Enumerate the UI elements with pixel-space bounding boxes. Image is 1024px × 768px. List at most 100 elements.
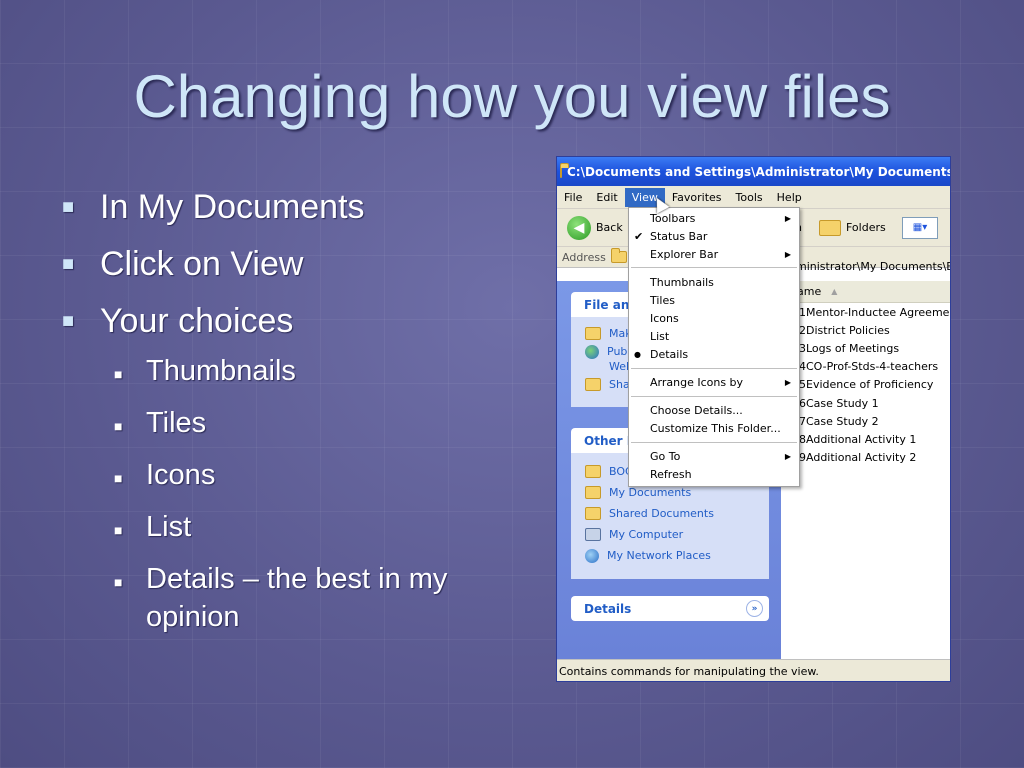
sub-bullet-item: ■ Icons: [62, 456, 532, 497]
file-row[interactable]: 9Additional Activity 2: [781, 449, 950, 467]
folders-button[interactable]: Folders: [819, 219, 886, 236]
menu-item-label: Details: [650, 348, 689, 361]
web-publish-icon: [585, 344, 599, 359]
bullet-item: ■ In My Documents: [62, 188, 532, 245]
menu-item-label: Arrange Icons by: [650, 376, 744, 389]
menu-item-label: Customize This Folder...: [650, 422, 781, 435]
menu-item-icons[interactable]: Icons: [629, 310, 799, 328]
sub-bullet-text: Details – the best in my opinion: [146, 563, 448, 633]
folder-icon: [819, 219, 841, 236]
menu-item-explorer-bar[interactable]: Explorer Bar ▶: [629, 246, 799, 264]
file-row[interactable]: 7Case Study 2: [781, 412, 950, 430]
menu-item-label: Thumbnails: [650, 276, 714, 289]
menu-item-label: Tiles: [650, 294, 675, 307]
shared-folder-icon: [585, 507, 601, 520]
menu-item-label: Go To: [650, 450, 681, 463]
file-name: 4CO-Prof-Stds-4-teachers: [799, 360, 939, 374]
menu-tools[interactable]: Tools: [729, 188, 770, 207]
sub-bullet-text: Icons: [146, 459, 216, 491]
folder-icon: [611, 248, 627, 263]
place-link[interactable]: Shared Documents: [571, 503, 769, 524]
menu-favorites[interactable]: Favorites: [665, 188, 729, 207]
new-folder-icon: [585, 327, 601, 340]
sub-bullet-text: Thumbnails: [146, 355, 296, 387]
menu-item-tiles[interactable]: Tiles: [629, 292, 799, 310]
bullet-list: ■ In My Documents ■ Click on View ■ Your ch…: [62, 188, 532, 647]
file-row[interactable]: 1Mentor-Inductee Agreemen: [781, 303, 951, 321]
network-icon: [585, 548, 599, 563]
views-button[interactable]: ▦▾: [902, 216, 938, 239]
window-title: C:\Documents and Settings\Administrator\…: [567, 164, 950, 179]
square-bullet-icon: ■: [62, 253, 75, 275]
square-bullet-icon: ■: [114, 366, 123, 382]
menu-item-status-bar[interactable]: ✔ Status Bar: [629, 228, 799, 246]
menu-item-label: Explorer Bar: [650, 248, 719, 261]
menu-item-go-to[interactable]: Go To ▶: [629, 448, 799, 466]
expand-chevron-icon[interactable]: »: [746, 600, 763, 617]
file-name: 3Logs of Meetings: [799, 341, 900, 355]
menu-item-choose-details[interactable]: Choose Details...: [629, 402, 799, 420]
menu-edit[interactable]: Edit: [589, 188, 624, 207]
file-name: 6Case Study 1: [799, 396, 879, 410]
folder-icon: [585, 465, 601, 478]
file-name: 1Mentor-Inductee Agreemen: [799, 305, 951, 319]
place-link-label: Shared Documents: [609, 507, 714, 520]
address-input[interactable]: dministrator\My Documents\BOC: [789, 260, 950, 273]
file-list: ame ▲ 1Mentor-Inductee Agreemen 2Distric…: [781, 281, 951, 659]
menu-item-details[interactable]: ● Details: [629, 346, 799, 364]
menu-file[interactable]: File: [557, 188, 589, 207]
menu-separator: [631, 396, 797, 397]
window-titlebar[interactable]: C:\Documents and Settings\Administrator\…: [557, 157, 950, 186]
square-bullet-icon: ■: [114, 574, 123, 590]
name-column-header[interactable]: ame ▲: [781, 281, 950, 303]
file-row[interactable]: 4CO-Prof-Stds-4-teachers: [781, 358, 950, 376]
column-label: ame: [797, 285, 822, 298]
computer-icon: [585, 528, 601, 541]
details-header[interactable]: Details »: [571, 596, 769, 621]
file-row[interactable]: 8Additional Activity 1: [781, 430, 950, 448]
submenu-arrow-icon: ▶: [784, 452, 791, 461]
file-name: 5Evidence of Proficiency: [799, 378, 934, 392]
menu-item-thumbnails[interactable]: Thumbnails: [629, 274, 799, 292]
folder-icon: [560, 162, 569, 178]
place-link[interactable]: My Computer: [571, 524, 769, 545]
square-bullet-icon: ■: [62, 310, 75, 332]
file-name: 9Additional Activity 2: [799, 451, 917, 465]
bullet-text: Click on View: [100, 245, 304, 283]
back-button[interactable]: ◀ Back: [567, 215, 623, 240]
address-label: Address: [562, 250, 606, 264]
views-grid-icon: ▦▾: [902, 216, 938, 239]
status-bar: Contains commands for manipulating the v…: [557, 659, 950, 681]
menu-item-customize-folder[interactable]: Customize This Folder...: [629, 420, 799, 438]
menu-bar: File Edit View Favorites Tools Help: [557, 186, 950, 209]
back-arrow-icon: ◀: [567, 215, 591, 240]
back-label: Back: [596, 221, 623, 234]
file-name: 8Additional Activity 1: [799, 432, 917, 446]
sub-bullet-item: ■ List: [62, 508, 532, 549]
file-row[interactable]: 6Case Study 1: [781, 394, 950, 412]
menu-item-label: Icons: [650, 312, 679, 325]
share-folder-icon: [585, 378, 601, 391]
file-row[interactable]: 2District Policies: [781, 321, 950, 339]
submenu-arrow-icon: ▶: [784, 378, 791, 387]
menu-item-refresh[interactable]: Refresh: [629, 466, 799, 484]
checkmark-icon: ✔: [634, 230, 644, 243]
radio-bullet-icon: ●: [634, 350, 641, 359]
file-name: 7Case Study 2: [799, 414, 879, 428]
sub-bullet-text: Tiles: [146, 407, 207, 439]
panel-title: Details: [584, 601, 632, 616]
file-row[interactable]: 3Logs of Meetings: [781, 339, 950, 357]
menu-item-list[interactable]: List: [629, 328, 799, 346]
place-link-label: My Network Places: [607, 549, 711, 562]
menu-item-label: Status Bar: [650, 230, 708, 243]
menu-item-label: List: [650, 330, 670, 343]
square-bullet-icon: ■: [114, 522, 123, 538]
place-link[interactable]: My Network Places: [571, 545, 769, 566]
menu-item-toolbars[interactable]: Toolbars ▶: [629, 210, 799, 228]
folders-label: Folders: [846, 221, 886, 234]
file-row[interactable]: 5Evidence of Proficiency: [781, 376, 950, 394]
view-menu-dropdown: Toolbars ▶ ✔ Status Bar Explorer Bar ▶ Thum…: [628, 207, 800, 487]
slide-title: Changing how you view files: [133, 63, 891, 130]
menu-item-arrange-icons[interactable]: Arrange Icons by ▶: [629, 374, 799, 392]
menu-help[interactable]: Help: [770, 188, 809, 207]
